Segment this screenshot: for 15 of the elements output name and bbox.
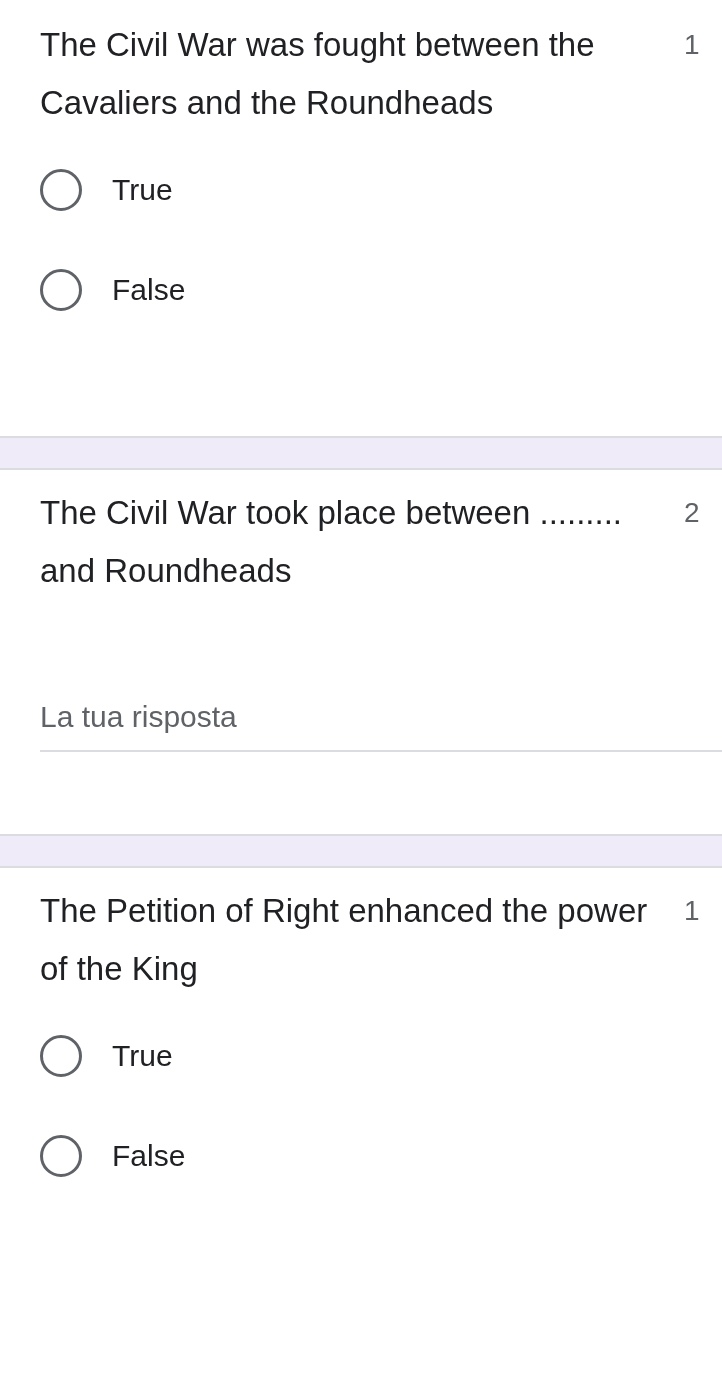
radio-option[interactable]: True bbox=[40, 166, 722, 214]
answer-field[interactable]: La tua risposta bbox=[40, 700, 722, 752]
radio-button[interactable] bbox=[40, 169, 82, 211]
radio-button[interactable] bbox=[40, 1135, 82, 1177]
radio-option[interactable]: False bbox=[40, 266, 722, 314]
radio-option[interactable]: False bbox=[40, 1132, 722, 1180]
radio-option[interactable]: True bbox=[40, 1032, 722, 1080]
question-text: The Civil War was fought between the Cavaliers and the Roundheads bbox=[40, 25, 596, 123]
radio-button[interactable] bbox=[40, 1035, 82, 1077]
radio-button[interactable] bbox=[40, 269, 82, 311]
points-label: 2 bbox=[684, 496, 700, 530]
points-label: 1 bbox=[684, 28, 700, 62]
question-text: The Petition of Right enhanced the power of the King bbox=[40, 891, 649, 989]
points-label: 1 bbox=[684, 894, 700, 928]
question-text: The Civil War took place between ......... and Roundheads bbox=[40, 493, 623, 591]
